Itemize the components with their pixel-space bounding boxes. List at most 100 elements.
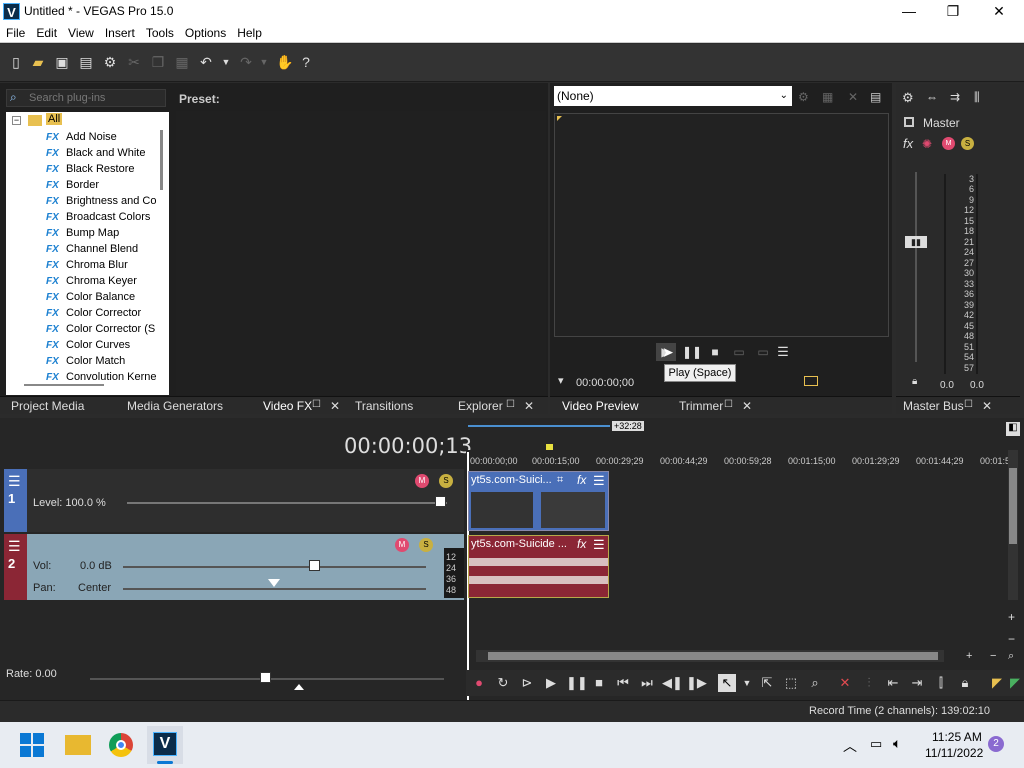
undock-icon[interactable]: ☐ xyxy=(724,399,733,410)
audio-clip[interactable]: yt5s.com-Suicide ... fx ☰ xyxy=(468,535,609,598)
minimize-button[interactable]: — xyxy=(886,0,932,24)
clip-menu-icon[interactable]: ☰ xyxy=(593,473,605,489)
preview-menu-icon[interactable]: ☰ xyxy=(774,343,792,361)
normal-edit-tool-icon[interactable]: ↖ xyxy=(718,674,736,692)
zoom-in-vertical-icon[interactable]: + xyxy=(1008,610,1015,624)
vol-slider-track[interactable] xyxy=(123,566,426,568)
pan-crop-icon[interactable]: ⌗ xyxy=(557,474,563,487)
undo-icon[interactable]: ↶ xyxy=(198,54,214,70)
properties-gear-icon[interactable]: ⚙ xyxy=(102,54,118,70)
insert-marker-icon[interactable]: ◤ xyxy=(988,674,1006,692)
solo-icon[interactable]: S xyxy=(419,538,433,552)
tab-video-preview[interactable]: Video Preview xyxy=(562,399,639,413)
downmix-icon[interactable]: ⇉ xyxy=(950,90,960,104)
menu-file[interactable]: File xyxy=(0,24,30,41)
split-icon[interactable]: ⫿ xyxy=(932,674,950,692)
cut-icon[interactable]: ✂ xyxy=(126,54,142,70)
tab-explorer[interactable]: Explorer xyxy=(458,399,503,413)
vegas-taskbar-button[interactable]: V xyxy=(147,726,183,764)
plugin-item[interactable]: FX Color Balance xyxy=(46,289,135,305)
tab-media-generators[interactable]: Media Generators xyxy=(127,399,223,413)
redo-icon[interactable]: ↷ xyxy=(238,54,254,70)
video-clip[interactable]: yt5s.com-Suici... ⌗ fx ☰ xyxy=(468,471,609,531)
notification-badge[interactable]: 2 xyxy=(988,736,1004,752)
envelope-tool-icon[interactable]: ⇱ xyxy=(758,674,776,692)
render-icon[interactable]: ▤ xyxy=(78,54,94,70)
solo-icon[interactable]: S xyxy=(439,474,453,488)
trim-start-icon[interactable]: ⇤ xyxy=(884,674,902,692)
play-icon[interactable]: ▶ xyxy=(542,674,560,692)
menu-view[interactable]: View xyxy=(62,24,99,41)
insert-region-icon[interactable]: ◤ xyxy=(1006,674,1024,692)
clock-date[interactable]: 11/11/2022 xyxy=(925,746,983,760)
plugin-item[interactable]: FX Chroma Blur xyxy=(46,257,128,273)
split-screen-icon[interactable]: ✕ xyxy=(848,90,858,104)
selection-tool-icon[interactable]: ⬚ xyxy=(782,674,800,692)
next-frame-button[interactable]: ▭ xyxy=(754,343,772,361)
redo-dropdown-icon[interactable]: ▼ xyxy=(256,54,272,70)
tree-scrollbar[interactable] xyxy=(160,130,163,190)
menu-edit[interactable]: Edit xyxy=(30,24,62,41)
plugin-item[interactable]: FX Broadcast Colors xyxy=(46,209,150,225)
whats-this-help-icon[interactable]: ? xyxy=(298,54,314,70)
plugin-item[interactable]: FX Color Curves xyxy=(46,337,130,353)
clock-time[interactable]: 11:25 AM xyxy=(932,730,982,744)
maximize-button[interactable]: ❐ xyxy=(930,0,976,24)
master-checkbox[interactable] xyxy=(904,117,914,127)
chrome-icon[interactable] xyxy=(109,733,133,757)
plugin-item[interactable]: FX Black and White xyxy=(46,145,145,161)
lock-icon[interactable]: 🔒︎ xyxy=(956,674,974,692)
loop-region-bar[interactable] xyxy=(468,425,610,427)
windows-start-icon[interactable] xyxy=(20,733,44,757)
mixer-settings-icon[interactable]: ⚙ xyxy=(902,90,914,106)
tab-master-bus[interactable]: Master Bus xyxy=(903,399,964,413)
zoom-tool-icon[interactable]: ⌕ xyxy=(806,674,824,692)
plugin-item[interactable]: FX Channel Blend xyxy=(46,241,138,257)
overlays-icon[interactable]: ▤ xyxy=(870,90,881,104)
undock-icon[interactable]: ☐ xyxy=(964,399,973,410)
track1-header-strip[interactable]: ☰ 1 xyxy=(4,469,27,532)
record-icon[interactable]: ● xyxy=(470,674,488,692)
solo-icon[interactable]: S xyxy=(961,137,974,150)
trim-end-icon[interactable]: ⇥ xyxy=(908,674,926,692)
tab-project-media[interactable]: Project Media xyxy=(11,399,84,413)
paste-icon[interactable]: ▦ xyxy=(174,54,190,70)
mute-icon[interactable]: M xyxy=(395,538,409,552)
undock-icon[interactable]: ☐ xyxy=(312,399,321,410)
level-slider-track[interactable] xyxy=(127,502,447,504)
tab-transitions[interactable]: Transitions xyxy=(355,399,413,413)
plugin-item[interactable]: FX Add Noise xyxy=(46,129,117,145)
plugin-tree[interactable]: − All FX Add Noise FX Black and White FX Bl… xyxy=(6,112,169,395)
pause-icon[interactable]: ❚❚ xyxy=(566,674,588,692)
save-icon[interactable]: ▣ xyxy=(54,54,70,70)
level-slider-handle[interactable] xyxy=(435,496,446,507)
mute-icon[interactable]: M xyxy=(942,137,955,150)
automation-icon[interactable]: ✺ xyxy=(922,137,932,151)
copy-icon[interactable]: ❐ xyxy=(150,54,166,70)
undock-icon[interactable]: ☐ xyxy=(506,399,515,410)
trim-icon[interactable]: ⫶ xyxy=(860,674,878,692)
menu-options[interactable]: Options xyxy=(179,24,231,41)
new-file-icon[interactable]: ▯ xyxy=(8,54,24,70)
undo-dropdown-icon[interactable]: ▼ xyxy=(218,54,234,70)
previous-frame-icon[interactable]: ◀❚ xyxy=(662,674,683,692)
menu-help[interactable]: Help xyxy=(231,24,267,41)
mixer-faders-icon[interactable]: ⫼ xyxy=(974,90,980,105)
go-to-end-icon[interactable]: ⏭ xyxy=(638,674,656,692)
prev-frame-button[interactable]: ▭ xyxy=(730,343,748,361)
preview-preset-dropdown[interactable]: (None) ⌄ xyxy=(554,86,792,106)
open-folder-icon[interactable]: ▰ xyxy=(30,54,46,70)
next-frame-icon[interactable]: ❚▶ xyxy=(686,674,707,692)
go-to-start-icon[interactable]: ⏮ xyxy=(614,674,632,692)
master-fader-handle[interactable]: ▮▮ xyxy=(905,236,927,248)
plugin-item[interactable]: FX Color Corrector (S xyxy=(46,321,155,337)
close-tab-icon[interactable]: ✕ xyxy=(982,399,992,413)
track2-header-strip[interactable]: ☰ 2 xyxy=(4,534,27,600)
close-tab-icon[interactable]: ✕ xyxy=(524,399,534,413)
chevron-up-icon[interactable]: ︿ xyxy=(843,736,857,756)
interactive-tutorials-icon[interactable]: ✋ xyxy=(276,54,293,70)
tree-hscrollbar[interactable] xyxy=(24,384,104,386)
plugin-item[interactable]: FX Color Match xyxy=(46,353,125,369)
network-icon[interactable]: ▭ xyxy=(870,736,882,752)
collapse-icon[interactable]: − xyxy=(12,116,21,125)
